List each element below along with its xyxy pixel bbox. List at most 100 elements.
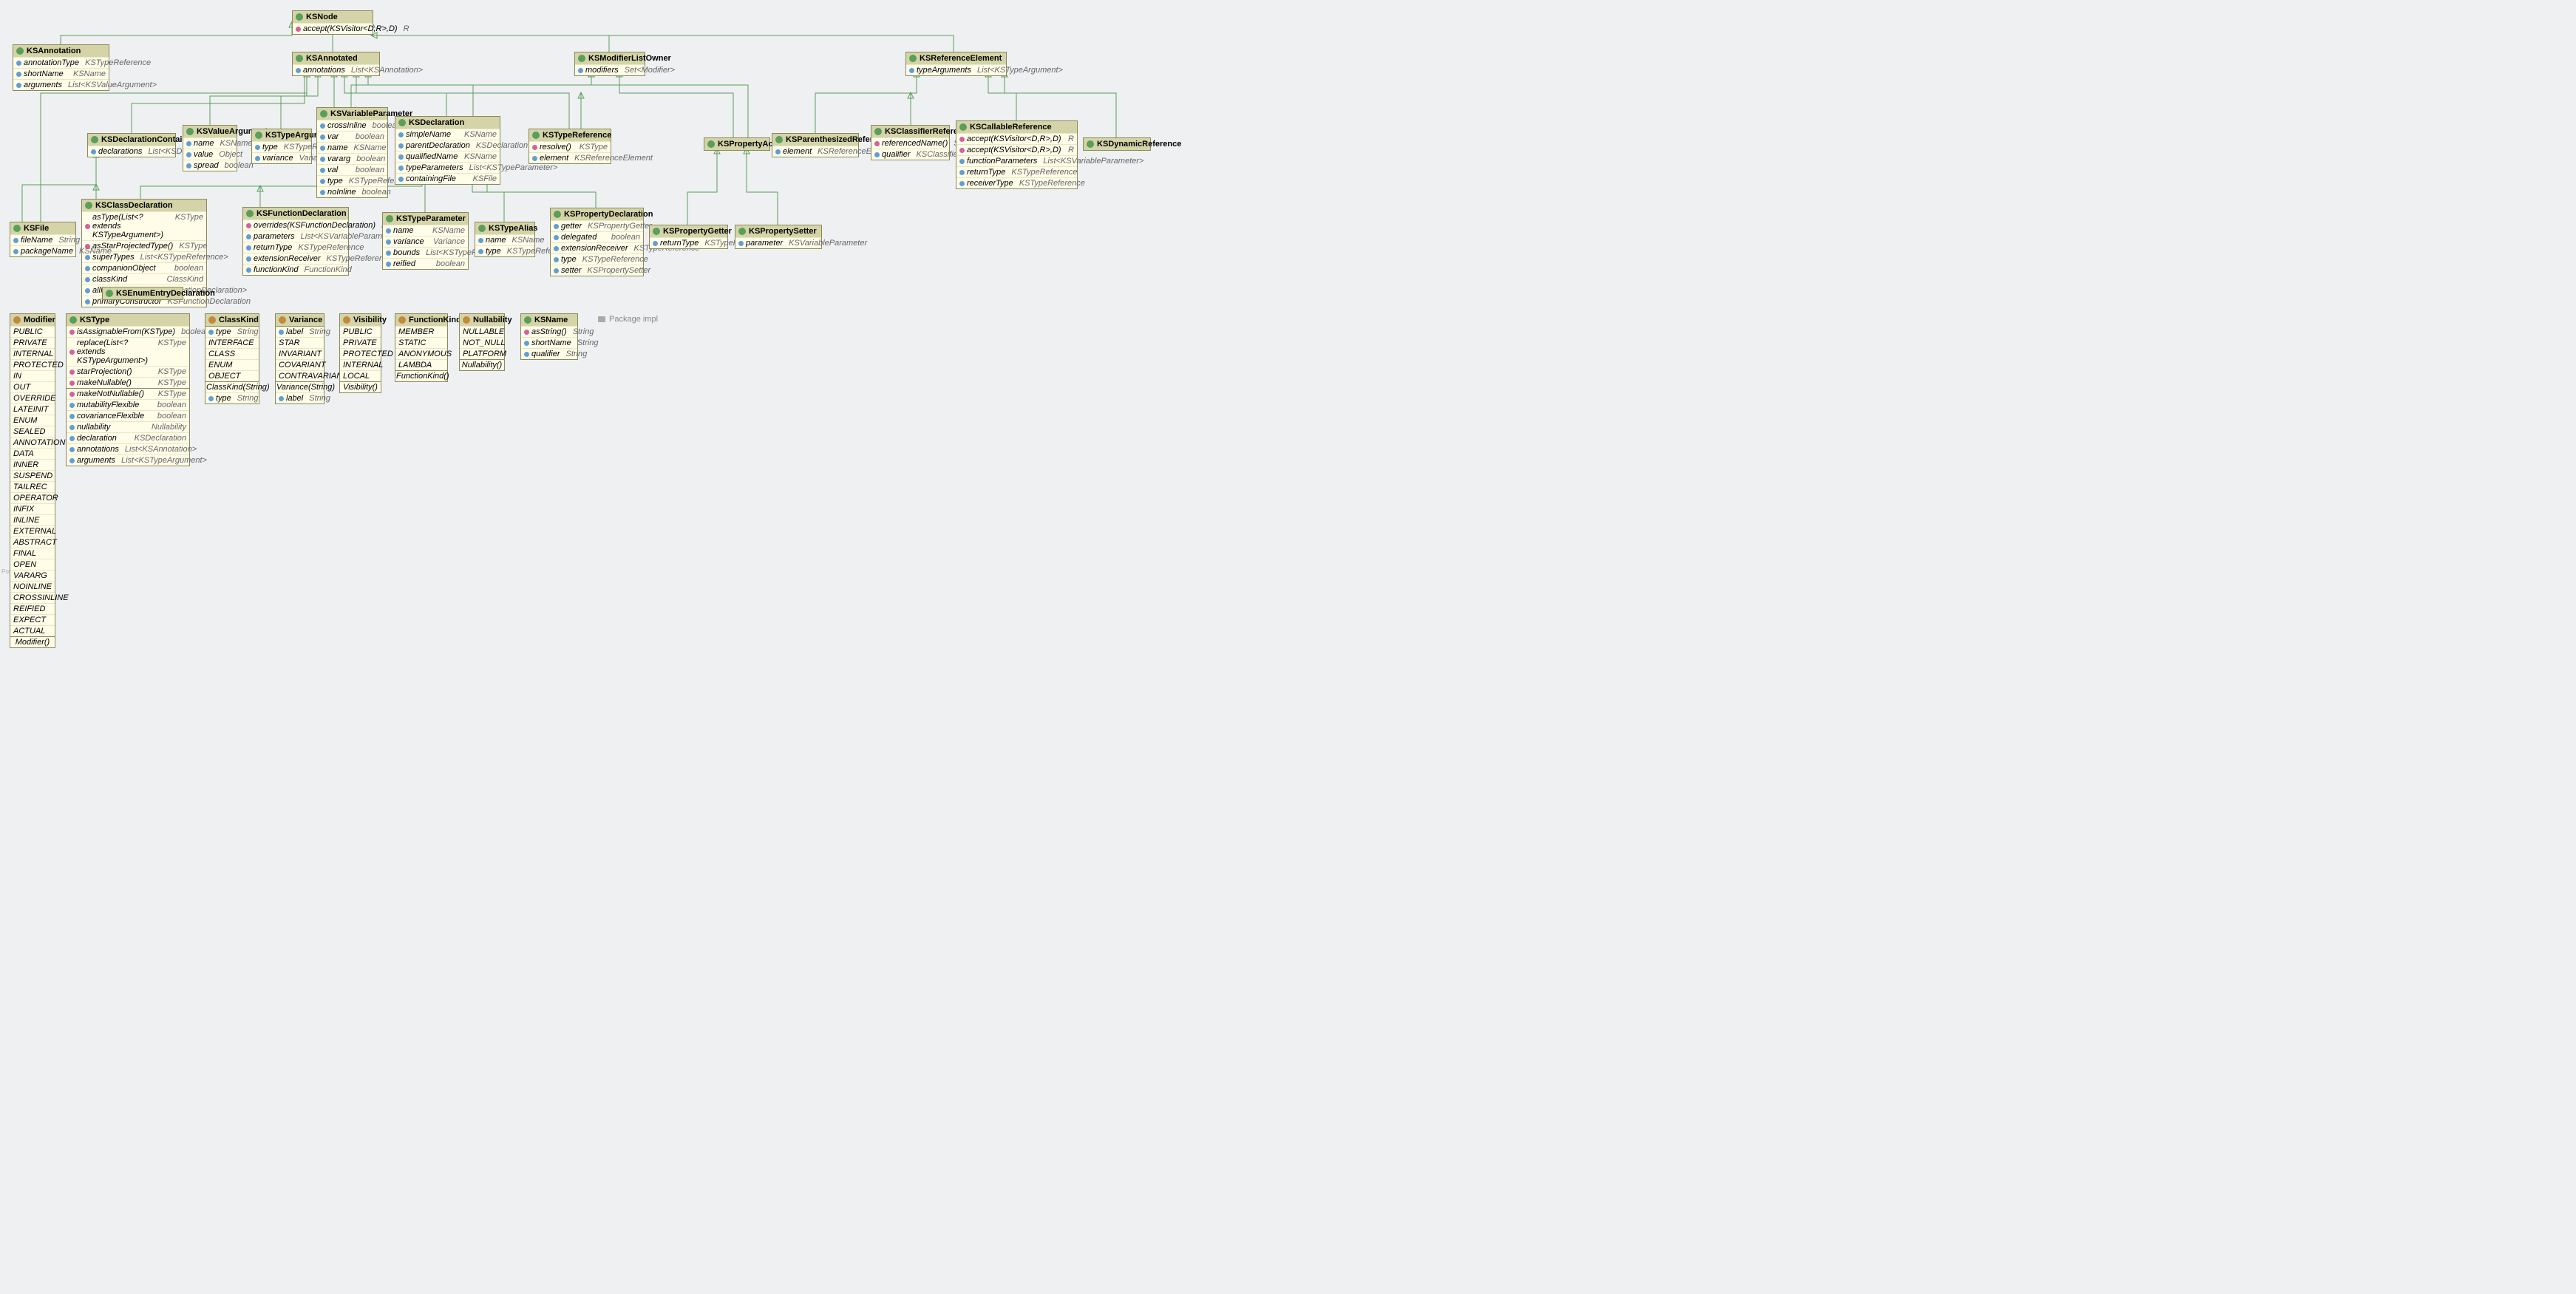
uml-KSPropertyGetter[interactable]: KSPropertyGetterreturnTypeKSTypeReferenc… <box>649 225 728 249</box>
property-icon <box>653 241 658 246</box>
property-icon <box>13 238 18 243</box>
property-icon <box>554 257 559 262</box>
uml-KSPropertyDeclaration[interactable]: KSPropertyDeclarationgetterKSPropertyGet… <box>550 208 644 276</box>
method-icon <box>69 330 75 335</box>
uml-member: spreadboolean <box>183 160 237 171</box>
uml-KSDeclaration[interactable]: KSDeclarationsimpleNameKSNameparentDecla… <box>395 116 500 185</box>
uml-KSAnnotated[interactable]: KSAnnotatedannotationsList<KSAnnotation> <box>292 52 380 76</box>
uml-KSPropertyAccessor[interactable]: KSPropertyAccessor <box>704 137 770 151</box>
property-icon <box>524 341 529 346</box>
uml-member: nameKSName <box>183 137 237 149</box>
uml-KSNode[interactable]: KSNodeaccept(KSVisitor<D,R>,D)R <box>292 10 373 35</box>
uml-title: KSTypeAlias <box>489 224 537 233</box>
uml-KSName[interactable]: KSNameasString()StringshortNameStringqua… <box>520 313 578 360</box>
inheritance-edge <box>210 72 307 125</box>
uml-member: resolve()KSType <box>529 141 611 152</box>
uml-KSClassifierReference[interactable]: KSClassifierReferencereferencedName()Str… <box>871 125 950 160</box>
property-icon <box>246 268 251 273</box>
uml-KSReferenceElement[interactable]: KSReferenceElementtypeArgumentsList<KSTy… <box>905 52 1007 76</box>
uml-KSType[interactable]: KSTypeisAssignableFrom(KSType)booleanrep… <box>66 313 190 466</box>
uml-FunctionKind[interactable]: FunctionKindMEMBERSTATICANONYMOUSLAMBDAF… <box>395 313 448 382</box>
uml-KSValueArgument[interactable]: KSValueArgumentnameKSNamevalueObjectspre… <box>183 125 237 171</box>
uml-KSTypeArgument[interactable]: KSTypeArgumenttypeKSTypeReferencevarianc… <box>251 129 312 164</box>
uml-member: noInlineboolean <box>317 186 387 197</box>
interface-icon <box>874 128 882 135</box>
uml-header: KSTypeArgument <box>252 129 311 141</box>
uml-member: PUBLIC <box>10 326 55 337</box>
uml-member: LATEINIT <box>10 403 55 415</box>
property-icon <box>13 249 18 254</box>
uml-KSFunctionDeclaration[interactable]: KSFunctionDeclarationoverrides(KSFunctio… <box>242 207 349 276</box>
uml-member: makeNotNullable()KSType <box>67 388 189 399</box>
uml-ClassKind[interactable]: ClassKindtypeStringINTERFACECLASSENUMOBJ… <box>205 313 259 404</box>
uml-Variance[interactable]: VariancelabelStringSTARINVARIANTCOVARIAN… <box>275 313 324 404</box>
uml-member: argumentsList<KSValueArgument> <box>13 79 109 90</box>
uml-member: isAssignableFrom(KSType)boolean <box>67 326 189 337</box>
interface-icon <box>106 290 113 297</box>
interface-icon <box>69 316 77 324</box>
uml-title: KSTypeReference <box>543 131 611 140</box>
uml-member: STATIC <box>395 337 447 348</box>
uml-KSAnnotation[interactable]: KSAnnotationannotationTypeKSTypeReferenc… <box>13 44 109 91</box>
uml-member: returnTypeKSTypeReference <box>956 166 1077 177</box>
interface-icon <box>554 211 561 218</box>
uml-KSParenthesizedReference[interactable]: KSParenthesizedReferenceelementKSReferen… <box>772 133 859 157</box>
uml-header: KSType <box>67 314 189 326</box>
uml-KSTypeReference[interactable]: KSTypeReferenceresolve()KSTypeelementKSR… <box>529 129 611 164</box>
property-icon <box>398 143 404 149</box>
uml-title: Nullability <box>473 316 512 324</box>
interface-icon <box>386 215 393 222</box>
uml-constructor: Visibility() <box>340 381 381 392</box>
interface-icon <box>91 136 98 143</box>
uml-title: KSDeclarationContainer <box>101 135 195 144</box>
uml-header: KSDeclarationContainer <box>88 134 175 146</box>
uml-Modifier[interactable]: ModifierPUBLICPRIVATEINTERNALPROTECTEDIN… <box>10 313 55 648</box>
method-icon <box>959 148 965 153</box>
uml-member: SUSPEND <box>10 470 55 481</box>
uml-title: KSPropertyDeclaration <box>564 210 653 219</box>
uml-KSVariableParameter[interactable]: KSVariableParametercrossInlinebooleanvar… <box>316 107 388 198</box>
enum-icon <box>463 316 470 324</box>
property-icon <box>246 256 251 262</box>
folder-icon <box>598 316 605 322</box>
method-icon <box>246 223 251 228</box>
uml-Nullability[interactable]: NullabilityNULLABLENOT_NULLPLATFORMNulla… <box>459 313 505 371</box>
uml-member: getterKSPropertyGetter <box>551 220 643 231</box>
uml-member: EXTERNAL <box>10 525 55 537</box>
uml-member: labelString <box>276 326 324 337</box>
uml-KSDeclarationContainer[interactable]: KSDeclarationContainerdeclarationsList<K… <box>87 133 176 157</box>
method-icon <box>532 145 537 150</box>
method-icon <box>296 27 301 32</box>
uml-member: makeNullable()KSType <box>67 377 189 388</box>
method-icon <box>874 141 880 146</box>
uml-KSModifierListOwner[interactable]: KSModifierListOwnermodifiersSet<Modifier… <box>574 52 645 76</box>
uml-member: covarianceFlexibleboolean <box>67 410 189 421</box>
uml-member: varargboolean <box>317 153 387 164</box>
uml-member: typeKSTypeReference <box>252 141 311 152</box>
property-icon <box>909 68 914 73</box>
uml-title: KSDynamicReference <box>1097 140 1181 149</box>
uml-header: KSPropertyDeclaration <box>551 208 643 220</box>
uml-member: extensionReceiverKSTypeReference <box>243 253 348 264</box>
uml-member: varboolean <box>317 131 387 142</box>
uml-KSEnumEntryDeclaration[interactable]: KSEnumEntryDeclaration <box>102 287 183 300</box>
uml-constructor: Variance(String) <box>276 381 324 392</box>
property-icon <box>478 249 483 254</box>
property-icon <box>246 245 251 251</box>
uml-Visibility[interactable]: VisibilityPUBLICPRIVATEPROTECTEDINTERNAL… <box>339 313 381 393</box>
interface-icon <box>707 140 715 148</box>
uml-KSTypeAlias[interactable]: KSTypeAliasnameKSNametypeKSTypeReference <box>475 222 535 257</box>
interface-icon <box>738 228 746 235</box>
property-icon <box>386 262 391 267</box>
uml-KSTypeParameter[interactable]: KSTypeParameternameKSNamevarianceVarianc… <box>382 212 469 270</box>
uml-KSFile[interactable]: KSFilefileNameStringpackageNameKSName <box>10 222 76 257</box>
uml-header: KSValueArgument <box>183 126 237 137</box>
uml-KSDynamicReference[interactable]: KSDynamicReference <box>1083 137 1151 151</box>
uml-member: OPEN <box>10 559 55 570</box>
interface-icon <box>320 110 327 118</box>
uml-header: KSDeclaration <box>395 117 500 129</box>
uml-member: DATA <box>10 448 55 459</box>
uml-header: ClassKind <box>205 314 259 326</box>
uml-KSPropertySetter[interactable]: KSPropertySetterparameterKSVariableParam… <box>735 225 822 249</box>
uml-KSCallableReference[interactable]: KSCallableReferenceaccept(KSVisitor<D,R>… <box>956 120 1078 189</box>
